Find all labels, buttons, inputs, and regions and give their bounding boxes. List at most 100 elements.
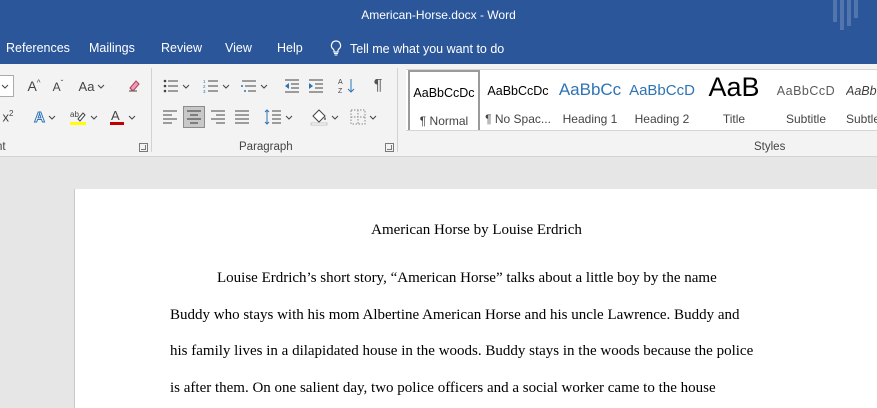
chevron-down-icon [331,115,338,120]
tab-references[interactable]: References [6,41,70,55]
shading-button[interactable] [308,106,340,128]
group-separator [397,68,398,152]
align-left-icon [163,110,177,124]
style-title[interactable]: AaB Title [698,70,770,130]
group-separator [151,68,152,152]
svg-text:A: A [338,79,343,86]
style-preview: AaBbCcD [629,82,695,99]
align-right-button[interactable] [208,106,228,128]
styles-group-label: Styles [754,141,786,153]
font-color-icon: A [109,108,124,125]
style-heading-2[interactable]: AaBbCcD Heading 2 [626,70,698,130]
paragraph-line: is after them. On one salient day, two p… [170,380,716,396]
justify-icon [235,110,249,124]
paragraph-line: his family lives in a dilapidated house … [170,343,754,359]
style-name: ¶ Normal [419,114,469,128]
tab-help[interactable]: Help [277,41,303,55]
style-name: Heading 2 [634,112,690,126]
style-preview: AaBbCcDc [413,86,475,100]
paragraph-group-label: Paragraph [239,141,293,153]
chevron-down-icon [369,115,376,120]
ribbon-tabs: References Mailings Review View Help Tel… [0,32,877,64]
paint-bucket-icon [310,109,327,126]
document-canvas: American Horse by Louise Erdrich Louise … [0,157,877,408]
decrease-indent-icon [285,79,299,93]
tell-me-label: Tell me what you want to do [350,42,505,56]
paragraph-line: Buddy who stays with his mom Albertine A… [170,307,740,323]
svg-text:ab: ab [70,110,79,119]
font-dialog-launcher[interactable] [139,143,148,152]
style-name: Heading 1 [562,112,618,126]
justify-button[interactable] [232,106,252,128]
line-spacing-button[interactable] [262,106,294,128]
numbering-button[interactable]: 123 [200,75,232,97]
document-page[interactable]: American Horse by Louise Erdrich Louise … [74,189,877,408]
align-left-button[interactable] [160,106,180,128]
paragraph-dialog-launcher[interactable] [385,143,394,152]
chevron-down-icon [98,84,105,89]
chevron-down-icon [48,115,56,120]
show-formatting-marks-button[interactable]: ¶ [368,75,388,97]
style-preview: AaBbCc [558,80,622,99]
style-subtitle[interactable]: AaBbCcD Subtitle [770,70,842,130]
sort-button[interactable]: AZ [336,75,358,97]
change-case-label: Aa [78,78,95,94]
style-preview: AaB [708,72,760,102]
lightbulb-icon [330,40,342,56]
style-preview: AaBbCcD [776,84,836,98]
chevron-down-icon [285,115,292,120]
style-name: Title [722,112,746,126]
document-title: American Horse by Louise Erdrich [371,222,582,238]
font-group-label: nt [0,141,6,153]
tab-mailings[interactable]: Mailings [89,41,135,55]
styles-gallery: AaBbCcDc ¶ Normal AaBbCcDc ¶ No Spac... … [406,69,877,131]
multilevel-list-icon [240,80,256,92]
multilevel-list-button[interactable] [238,75,270,97]
style-heading-1[interactable]: AaBbCc Heading 1 [554,70,626,130]
bullets-icon [163,79,178,93]
style-preview: AaBbCcL [846,84,877,98]
text-effects-icon: A [34,108,46,126]
grow-font-button[interactable]: A^ [24,75,44,97]
pilcrow-icon: ¶ [373,77,383,94]
svg-text:A: A [111,108,120,123]
decrease-indent-button[interactable] [282,75,302,97]
style-no-spacing[interactable]: AaBbCcDc ¶ No Spac... [482,70,554,130]
style-preview: AaBbCcDc [487,84,549,98]
chevron-down-icon [90,115,97,120]
borders-button[interactable] [346,106,380,128]
clear-formatting-icon [129,80,140,92]
superscript-icon: x2 [2,109,14,125]
numbering-icon: 123 [203,79,218,93]
svg-text:3: 3 [203,89,206,93]
chevron-down-icon [128,115,135,120]
style-name: Subtitle [785,112,827,126]
title-bar: American-Horse.docx - Word [0,0,877,32]
highlight-color-button[interactable]: ab [66,106,100,128]
style-subtle-emphasis[interactable]: AaBbCcL Subtle [842,70,877,130]
shrink-font-button[interactable]: Aˇ [48,75,68,97]
center-button[interactable] [183,106,205,128]
shrink-font-icon: Aˇ [52,78,64,94]
style-normal[interactable]: AaBbCcDc ¶ Normal [408,70,480,130]
clear-formatting-button[interactable] [123,75,143,97]
tab-review[interactable]: Review [161,41,202,55]
font-size-dropdown[interactable] [0,75,14,97]
superscript-button[interactable]: x2 [0,106,16,128]
text-effects-button[interactable]: A [30,106,60,128]
ribbon: A^ Aˇ Aa x2 A ab A nt 123 [0,64,877,157]
tab-view[interactable]: View [225,41,252,55]
tell-me-box[interactable]: Tell me what you want to do [330,40,504,56]
bullets-button[interactable] [160,75,192,97]
window-title: American-Horse.docx - Word [361,8,516,22]
chevron-down-icon [1,84,9,89]
change-case-button[interactable]: Aa [77,75,107,97]
borders-icon [350,109,365,125]
font-color-button[interactable]: A [106,106,138,128]
style-name: ¶ No Spac... [485,112,551,126]
increase-indent-button[interactable] [306,75,326,97]
style-name: Subtle [846,112,877,126]
chevron-down-icon [182,84,189,89]
align-right-icon [211,110,225,124]
grow-font-icon: A^ [27,78,41,94]
